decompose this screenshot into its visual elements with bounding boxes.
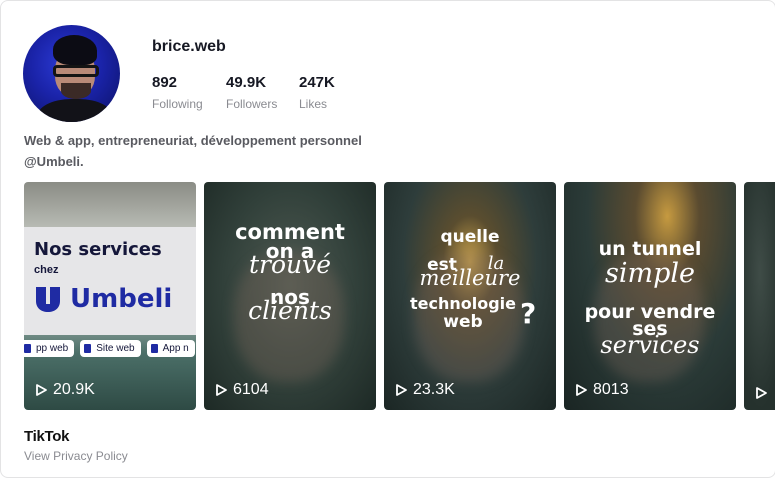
- service-chips: pp web Site web App n: [24, 340, 195, 357]
- view-count: 6104: [216, 381, 269, 399]
- view-count: [756, 387, 767, 399]
- view-count-value: 20.9K: [53, 381, 95, 398]
- video-thumbnail[interactable]: quelle est la meilleure technologie web …: [384, 182, 556, 410]
- video-subtitle: chez: [34, 264, 59, 276]
- privacy-policy-link[interactable]: View Privacy Policy: [24, 449, 128, 463]
- avatar-hair-shape: [53, 35, 97, 65]
- service-chip: Site web: [80, 340, 141, 357]
- avatar-body-shape: [37, 99, 113, 122]
- bio: Web & app, entrepreneuriat, développemen…: [24, 130, 362, 172]
- view-count-value: 8013: [593, 381, 629, 398]
- avatar-glasses-shape: [53, 65, 99, 77]
- stat-likes: 247K Likes: [299, 74, 335, 111]
- overlay-text: un tunnel: [598, 238, 702, 260]
- username[interactable]: brice.web: [152, 38, 226, 56]
- video-title: Nos services: [34, 239, 162, 260]
- likes-count: 247K: [299, 74, 335, 91]
- likes-label: Likes: [299, 97, 328, 111]
- chip-icon: [150, 344, 158, 353]
- bio-line: Web & app, entrepreneuriat, développemen…: [24, 133, 362, 148]
- video-thumbnail[interactable]: un tunnel simple pour vendre ses service…: [564, 182, 736, 410]
- stat-following: 892 Following: [152, 74, 203, 111]
- service-chip: pp web: [24, 340, 75, 357]
- stat-followers: 49.9K Followers: [226, 74, 277, 111]
- play-icon: [216, 384, 227, 396]
- overlay-text: trouvé: [248, 250, 332, 279]
- overlay-text: services: [600, 331, 700, 359]
- umbeli-logo: Umbeli: [34, 284, 172, 314]
- overlay-text: quelle: [440, 227, 500, 247]
- video-thumbnail[interactable]: Nos services chez Umbeli pp web Site web…: [24, 182, 196, 410]
- following-label: Following: [152, 97, 203, 111]
- chip-icon: [84, 344, 92, 353]
- overlay-text: ?: [520, 297, 537, 330]
- service-chip: App n: [146, 340, 195, 357]
- play-icon: [756, 387, 767, 399]
- overlay-text: clients: [248, 296, 332, 325]
- video-thumbnail[interactable]: comment on a trouvé nos clients 6104: [204, 182, 376, 410]
- video-title-panel: Nos services chez Umbeli: [24, 227, 196, 335]
- avatar-beard-shape: [61, 83, 91, 99]
- tiktok-logo[interactable]: TikTok: [24, 428, 69, 445]
- avatar[interactable]: [23, 25, 120, 122]
- bio-mention: @Umbeli.: [24, 154, 84, 169]
- view-count: 23.3K: [396, 381, 455, 399]
- followers-label: Followers: [226, 97, 278, 111]
- video-thumbnail[interactable]: [744, 182, 775, 410]
- play-icon: [576, 384, 587, 396]
- overlay-text: meilleure: [419, 266, 521, 290]
- chip-icon: [24, 344, 31, 353]
- followers-count: 49.9K: [226, 74, 267, 91]
- view-count-value: 6104: [233, 381, 269, 398]
- overlay-text: simple: [605, 258, 695, 289]
- chip-label: Site web: [96, 343, 135, 354]
- tiktok-profile-embed: brice.web 892 Following 49.9K Followers …: [0, 0, 775, 478]
- view-count: 20.9K: [36, 381, 95, 399]
- chip-label: App n: [162, 343, 189, 354]
- umbeli-logo-icon: [36, 287, 60, 312]
- chip-label: pp web: [36, 343, 69, 354]
- following-count: 892: [152, 74, 178, 91]
- view-count: 8013: [576, 381, 629, 399]
- play-icon: [396, 384, 407, 396]
- brand-name: Umbeli: [70, 284, 173, 314]
- play-icon: [36, 384, 47, 396]
- view-count-value: 23.3K: [413, 381, 455, 398]
